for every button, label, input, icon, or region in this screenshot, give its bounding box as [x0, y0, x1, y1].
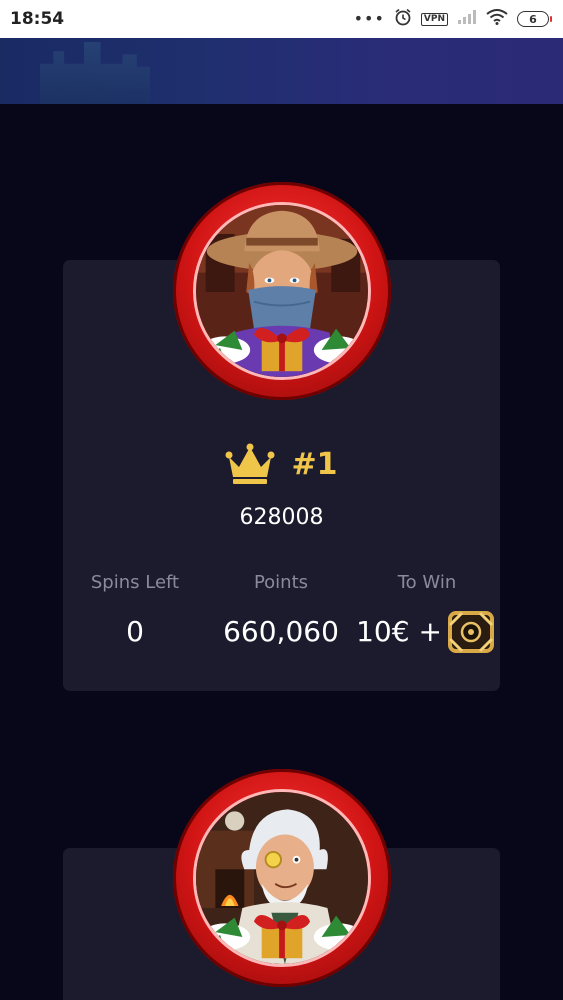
points-label: Points [253, 572, 309, 593]
spins-left-label: Spins Left [90, 572, 180, 593]
points-value: 660,060 [223, 615, 339, 648]
spins-left-value: 0 [126, 615, 144, 648]
status-bar: 18:54 ••• VPN 6 [0, 0, 563, 38]
status-time: 18:54 [10, 9, 65, 29]
rank-number: #1 [291, 446, 338, 482]
rank-row: #1 [0, 443, 563, 485]
wizard-scientist-avatar [173, 769, 391, 987]
to-win-label: To Win [397, 572, 457, 593]
castle-silhouette [40, 42, 150, 104]
vpn-badge: VPN [420, 12, 448, 26]
castle-banner-image [0, 38, 563, 104]
wifi-icon [486, 9, 508, 29]
mystery-box-icon [446, 609, 496, 655]
cowboy-bandit-avatar [173, 182, 391, 400]
status-icons: ••• VPN 6 [353, 8, 552, 30]
more-dots-icon: ••• [353, 9, 385, 28]
battery-icon: 6 [517, 11, 552, 27]
signal-icon [457, 9, 477, 29]
player-id: 628008 [239, 505, 324, 530]
to-win-value: 10€ + [356, 615, 442, 648]
alarm-icon [394, 8, 412, 30]
crown-icon [225, 443, 275, 485]
